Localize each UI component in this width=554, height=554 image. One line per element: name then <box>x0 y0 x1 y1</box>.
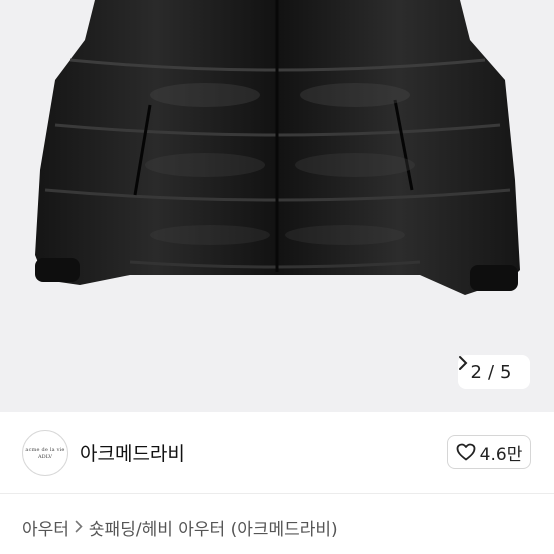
product-image <box>35 0 520 295</box>
like-count: 4.6만 <box>479 444 523 465</box>
shop-avatar[interactable]: acme de la vie ADLV <box>22 430 68 476</box>
shop-name[interactable]: 아크메드라비 <box>80 439 185 466</box>
breadcrumb-item-category[interactable]: 숏패딩/헤비 아우터 (아크메드라비) <box>89 515 338 540</box>
pager-total: 5 <box>500 361 512 383</box>
avatar-text-line1: acme de la vie <box>25 446 65 453</box>
avatar-text-line2: ADLV <box>38 453 52 460</box>
breadcrumb: 아우터 숏패딩/헤비 아우터 (아크메드라비) <box>22 515 338 540</box>
heart-outline-icon <box>456 443 476 461</box>
chevron-right-icon <box>75 519 83 537</box>
like-shop-button[interactable]: 4.6만 <box>447 435 531 469</box>
pager-separator: / <box>487 361 495 383</box>
breadcrumb-item-outer[interactable]: 아우터 <box>22 515 69 540</box>
pager-current: 2 <box>470 361 482 383</box>
product-image-gallery[interactable]: 2 / 5 <box>0 0 554 412</box>
image-pager[interactable]: 2 / 5 <box>458 355 530 389</box>
